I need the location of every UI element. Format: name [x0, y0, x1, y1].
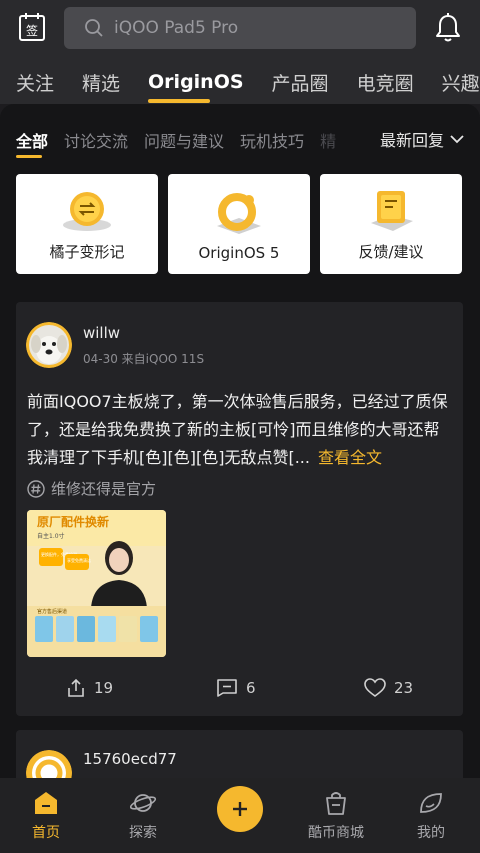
comment-icon [217, 679, 237, 697]
home-icon [35, 792, 57, 814]
tab-products[interactable]: 产品圈 [272, 69, 329, 96]
nav-me[interactable]: 我的 [391, 790, 471, 842]
post-create-button[interactable] [217, 786, 263, 832]
heart-icon [364, 678, 386, 697]
like-button[interactable]: 23 [364, 678, 413, 698]
nav-store[interactable]: 酷币商城 [296, 790, 376, 842]
card-orange[interactable]: 橘子变形记 [16, 174, 158, 274]
plus-icon [233, 802, 247, 816]
search-placeholder: iQOO Pad5 Pro [114, 18, 239, 38]
topic-tag[interactable]: 维修还得是官方 [27, 478, 156, 499]
svg-text:签: 签 [26, 23, 38, 38]
like-count: 23 [394, 679, 414, 697]
tab-originos[interactable]: OriginOS [148, 71, 244, 103]
sign-in-icon[interactable]: 签 [18, 12, 46, 42]
card-label-orange: 橘子变形记 [49, 243, 125, 261]
nav-explore-label: 探索 [129, 825, 157, 841]
search-icon [85, 19, 103, 37]
post-meta: 04-30 来自iQOO 11S [83, 352, 205, 366]
thumb-subtitle: 自主1.0寸 [37, 532, 65, 540]
nav-home[interactable]: 首页 [6, 790, 86, 842]
nav-home-label: 首页 [32, 825, 60, 841]
post-username[interactable]: 15760ecd77 [83, 750, 177, 768]
post-image[interactable]: 原厂配件换新 自主1.0寸 更换配件，免费检测 享受免费清洁 官方售后渠道 [27, 510, 166, 657]
tab-follow[interactable]: 关注 [16, 69, 54, 96]
bottom-nav: 首页 探索 酷币商城 我的 [0, 778, 480, 853]
post-actions: 19 6 23 [16, 678, 463, 704]
repair-ad-image: 原厂配件换新 自主1.0寸 更换配件，免费检测 享受免费清洁 官方售后渠道 [27, 510, 166, 657]
channel-tabs: 关注 精选 OriginOS 产品圈 电竞圈 兴趣圈 [0, 60, 480, 104]
sort-label: 最新回复 [379, 131, 444, 150]
topic-label: 维修还得是官方 [51, 480, 157, 498]
profile-leaf-icon [420, 793, 442, 813]
tab-esports[interactable]: 电竞圈 [357, 69, 414, 96]
post-card[interactable]: willw 04-30 来自iQOO 11S 前面IQOO7主板烧了，第一次体验… [16, 302, 463, 716]
search-bar[interactable]: iQOO Pad5 Pro [64, 7, 416, 49]
bell-icon[interactable] [434, 12, 462, 44]
avatar[interactable] [26, 322, 72, 368]
thumb-footer: 官方售后渠道 [37, 608, 67, 615]
tab-featured[interactable]: 精选 [82, 69, 120, 96]
read-more-link[interactable]: 查看全文 [318, 448, 382, 467]
post-username[interactable]: willw [83, 324, 120, 342]
card-label-originos: OriginOS 5 [198, 244, 280, 262]
thumb-title: 原厂配件换新 [37, 514, 109, 529]
subtab-featured[interactable]: 精 [320, 128, 336, 152]
main-panel: 全部 讨论交流 问题与建议 玩机技巧 精 最新回复 橘子变形记 OriginOS… [0, 104, 480, 784]
subtab-all[interactable]: 全部 [16, 128, 48, 158]
nav-store-label: 酷币商城 [308, 825, 364, 841]
hashtag-icon [27, 479, 45, 498]
share-count: 19 [94, 679, 114, 697]
share-button[interactable]: 19 [66, 678, 113, 698]
dog-avatar-icon [26, 322, 72, 368]
post-content[interactable]: 前面IQOO7主板烧了，第一次体验售后服务，已经过了质保了，还是给我免费换了新的… [27, 388, 455, 472]
thumb-bubble-2: 享受免费清洁 [67, 557, 91, 563]
origin-ring-icon [217, 193, 261, 234]
orange-icon [63, 192, 111, 231]
nav-me-label: 我的 [417, 825, 445, 841]
quick-cards: 橘子变形记 OriginOS 5 反馈/建议 [16, 174, 462, 274]
post-text: 前面IQOO7主板烧了，第一次体验售后服务，已经过了质保了，还是给我免费换了新的… [27, 392, 448, 467]
subtab-tips[interactable]: 玩机技巧 [240, 128, 304, 152]
sort-dropdown[interactable]: 最新回复 [369, 127, 464, 151]
tab-interests[interactable]: 兴趣圈 [442, 69, 480, 96]
chevron-down-icon [450, 135, 464, 144]
top-bar: 签 iQOO Pad5 Pro [0, 0, 480, 60]
comment-button[interactable]: 6 [216, 678, 256, 698]
share-icon [68, 678, 84, 697]
subtab-issues[interactable]: 问题与建议 [144, 128, 224, 152]
feedback-doc-icon [371, 191, 413, 231]
card-originos[interactable]: OriginOS 5 [168, 174, 310, 274]
planet-icon [129, 794, 157, 812]
card-feedback[interactable]: 反馈/建议 [320, 174, 462, 274]
card-label-feedback: 反馈/建议 [358, 243, 424, 261]
shopping-bag-icon [326, 792, 346, 815]
comment-count: 6 [246, 679, 256, 697]
nav-explore[interactable]: 探索 [103, 790, 183, 842]
post-card[interactable]: 15760ecd77 [16, 730, 463, 784]
subtab-discussion[interactable]: 讨论交流 [64, 128, 128, 152]
